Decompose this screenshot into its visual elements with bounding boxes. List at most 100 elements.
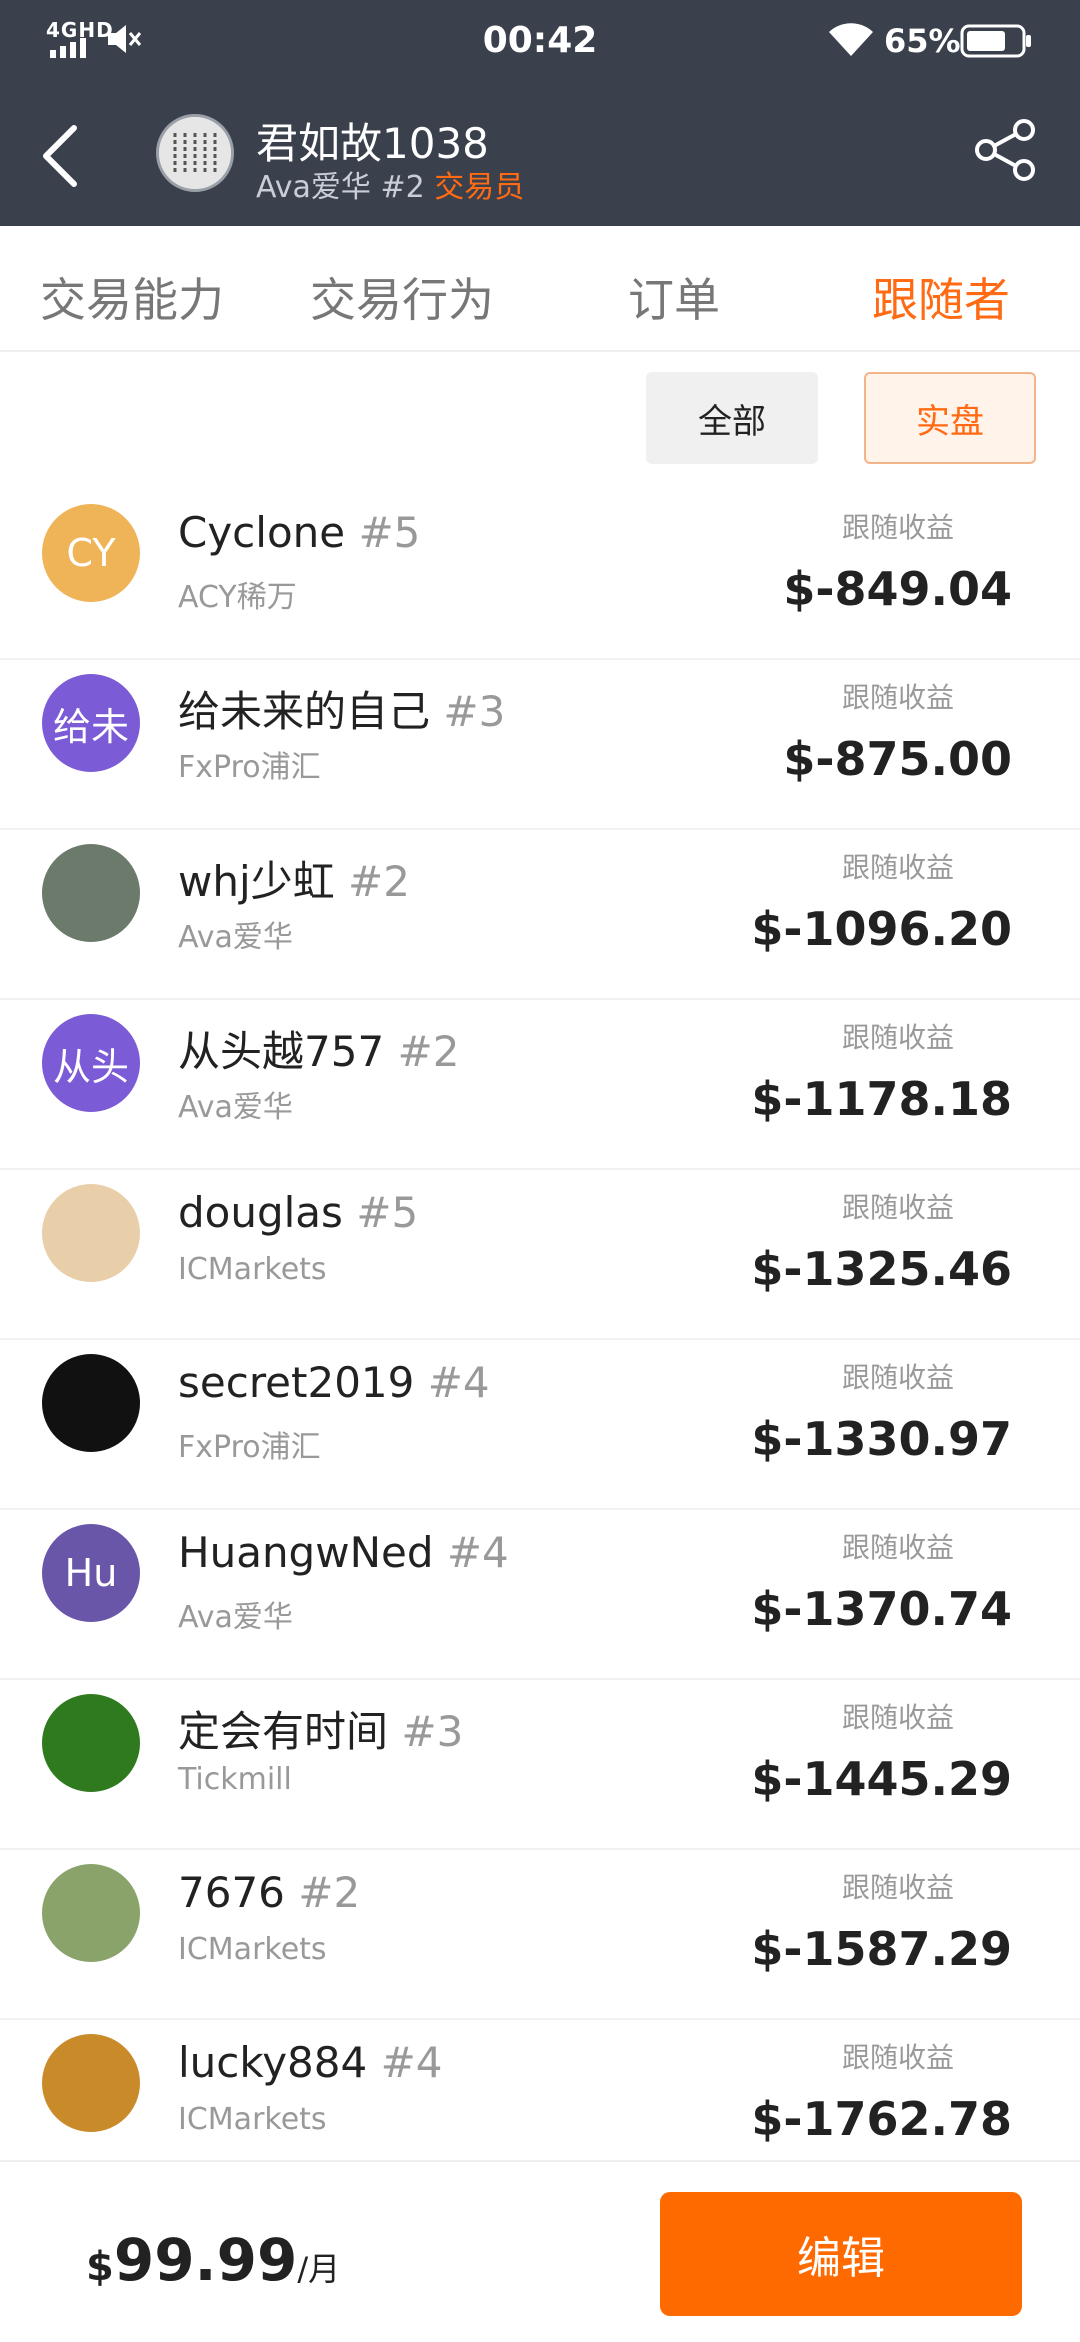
follower-name-line: lucky884 #4 bbox=[178, 2038, 443, 2087]
calligraphy-avatar-image bbox=[159, 117, 231, 189]
follower-broker: Tickmill bbox=[178, 1762, 292, 1797]
follower-avatar bbox=[42, 1864, 140, 1962]
follower-rank: #5 bbox=[358, 508, 421, 557]
follower-name-line: 定会有时间 #3 bbox=[178, 1698, 463, 1759]
follower-avatar bbox=[42, 844, 140, 942]
follower-name: 定会有时间 bbox=[178, 1707, 389, 1756]
follower-name: douglas bbox=[178, 1188, 343, 1237]
follower-broker: Ava爱华 bbox=[178, 1090, 293, 1125]
profit-label: 跟随收益 bbox=[841, 511, 954, 544]
follower-name: 给未来的自己 bbox=[178, 687, 431, 736]
profit-label: 跟随收益 bbox=[841, 681, 954, 714]
profit-value: $-1587.29 bbox=[751, 1922, 1012, 1976]
follower-rank: #2 bbox=[397, 1027, 460, 1076]
follower-name-line: Cyclone #5 bbox=[178, 508, 420, 557]
tab-bar: 交易能力 交易行为 订单 跟随者 bbox=[0, 236, 1080, 352]
follower-rank: #2 bbox=[348, 857, 410, 906]
trader-role: 交易员 bbox=[434, 170, 525, 205]
follower-name-line: secret2019 #4 bbox=[178, 1358, 490, 1407]
follower-name: whj少虹 bbox=[178, 857, 335, 906]
trader-broker-rank: Ava爱华 #2 交易员 bbox=[256, 162, 524, 206]
bottom-bar: $99.99/月 编辑 bbox=[0, 2160, 1080, 2342]
follower-name-line: whj少虹 #2 bbox=[178, 848, 410, 909]
follower-avatar: CY bbox=[42, 504, 140, 602]
edit-button[interactable]: 编辑 bbox=[660, 2192, 1022, 2316]
profit-value: $-1445.29 bbox=[751, 1752, 1012, 1806]
profit-label: 跟随收益 bbox=[841, 851, 954, 884]
profit-value: $-1096.20 bbox=[751, 902, 1012, 956]
follower-name-line: 7676 #2 bbox=[178, 1868, 360, 1917]
price-period: /月 bbox=[297, 2250, 341, 2288]
follower-rank: #4 bbox=[446, 1528, 509, 1577]
profit-value: $-1330.97 bbox=[751, 1412, 1012, 1466]
follower-rank: #3 bbox=[401, 1707, 464, 1756]
profit-value: $-849.04 bbox=[783, 562, 1012, 616]
profit-value: $-875.00 bbox=[783, 732, 1012, 786]
follower-row[interactable]: Hu HuangwNed #4 Ava爱华 跟随收益 $-1370.74 bbox=[0, 1510, 1080, 1680]
tab-trading-ability[interactable]: 交易能力 bbox=[40, 264, 224, 330]
follower-avatar: 从头 bbox=[42, 1014, 140, 1112]
status-bar: 4GHD 00:42 65% bbox=[0, 0, 1080, 84]
follower-broker: ICMarkets bbox=[178, 1252, 327, 1287]
share-icon[interactable] bbox=[972, 118, 1038, 182]
follower-broker: Ava爱华 bbox=[178, 920, 293, 955]
tab-orders[interactable]: 订单 bbox=[628, 264, 720, 330]
follower-avatar bbox=[42, 1694, 140, 1792]
follower-row[interactable]: 定会有时间 #3 Tickmill 跟随收益 $-1445.29 bbox=[0, 1680, 1080, 1850]
filter-real-button[interactable]: 实盘 bbox=[864, 372, 1036, 464]
trader-avatar[interactable] bbox=[156, 114, 234, 192]
follower-avatar bbox=[42, 2034, 140, 2132]
profit-label: 跟随收益 bbox=[841, 1191, 954, 1224]
follower-name: secret2019 bbox=[178, 1358, 415, 1407]
follower-avatar bbox=[42, 1354, 140, 1452]
follower-name: 7676 bbox=[178, 1868, 285, 1917]
follower-row[interactable]: 从头 从头越757 #2 Ava爱华 跟随收益 $-1178.18 bbox=[0, 1000, 1080, 1170]
back-arrow-icon[interactable] bbox=[38, 124, 82, 188]
follower-name: 从头越757 bbox=[178, 1027, 385, 1076]
follower-name: Cyclone bbox=[178, 508, 346, 557]
app-header: 4GHD 00:42 65% 君如故1038 Ava爱华 #2 交易员 bbox=[0, 0, 1080, 226]
profit-label: 跟随收益 bbox=[841, 1361, 954, 1394]
price-currency: $ bbox=[86, 2244, 114, 2290]
filter-bar: 全部 实盘 bbox=[0, 352, 1080, 492]
profit-value: $-1762.78 bbox=[751, 2092, 1012, 2146]
follower-row[interactable]: 7676 #2 ICMarkets 跟随收益 $-1587.29 bbox=[0, 1850, 1080, 2020]
tab-trading-behavior[interactable]: 交易行为 bbox=[310, 264, 494, 330]
follower-row[interactable]: whj少虹 #2 Ava爱华 跟随收益 $-1096.20 bbox=[0, 830, 1080, 1000]
subscription-price: $99.99/月 bbox=[86, 2226, 340, 2294]
wifi-icon bbox=[829, 23, 873, 56]
follower-row[interactable]: CY Cyclone #5 ACY稀万 跟随收益 $-849.04 bbox=[0, 490, 1080, 660]
follower-row[interactable]: douglas #5 ICMarkets 跟随收益 $-1325.46 bbox=[0, 1170, 1080, 1340]
filter-all-button[interactable]: 全部 bbox=[646, 372, 818, 464]
profit-label: 跟随收益 bbox=[841, 2041, 954, 2074]
broker-rank: Ava爱华 #2 bbox=[256, 170, 425, 205]
follower-rank: #4 bbox=[380, 2038, 443, 2087]
follower-rank: #2 bbox=[298, 1868, 361, 1917]
follower-rank: #3 bbox=[443, 687, 506, 736]
battery-icon bbox=[960, 24, 1031, 58]
tab-followers[interactable]: 跟随者 bbox=[872, 264, 1010, 330]
follower-name-line: HuangwNed #4 bbox=[178, 1528, 509, 1577]
follower-avatar: Hu bbox=[42, 1524, 140, 1622]
profit-value: $-1325.46 bbox=[751, 1242, 1012, 1296]
follower-row[interactable]: secret2019 #4 FxPro浦汇 跟随收益 $-1330.97 bbox=[0, 1340, 1080, 1510]
follower-broker: ACY稀万 bbox=[178, 580, 297, 615]
profit-label: 跟随收益 bbox=[841, 1701, 954, 1734]
profit-value: $-1370.74 bbox=[751, 1582, 1012, 1636]
follower-name: HuangwNed bbox=[178, 1528, 434, 1577]
follower-broker: Ava爱华 bbox=[178, 1600, 293, 1635]
follower-name-line: douglas #5 bbox=[178, 1188, 418, 1237]
profit-label: 跟随收益 bbox=[841, 1871, 954, 1904]
follower-broker: FxPro浦汇 bbox=[178, 1430, 321, 1465]
follower-broker: FxPro浦汇 bbox=[178, 750, 321, 785]
price-amount: 99.99 bbox=[113, 2226, 298, 2294]
follower-list: CY Cyclone #5 ACY稀万 跟随收益 $-849.04 给未 给未来的自己 #3… bbox=[0, 490, 1080, 2190]
profit-value: $-1178.18 bbox=[751, 1072, 1012, 1126]
follower-avatar bbox=[42, 1184, 140, 1282]
follower-broker: ICMarkets bbox=[178, 2102, 327, 2137]
follower-name-line: 从头越757 #2 bbox=[178, 1018, 459, 1079]
follower-row[interactable]: 给未 给未来的自己 #3 FxPro浦汇 跟随收益 $-875.00 bbox=[0, 660, 1080, 830]
battery-percent: 65% bbox=[884, 22, 961, 60]
profit-label: 跟随收益 bbox=[841, 1021, 954, 1054]
follower-avatar: 给未 bbox=[42, 674, 140, 772]
